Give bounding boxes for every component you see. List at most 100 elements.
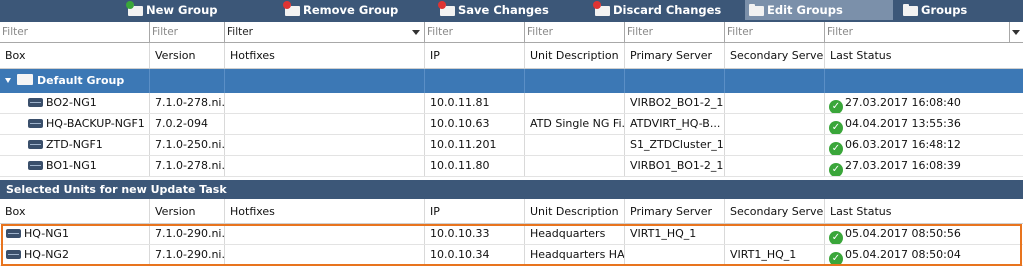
version-cell: 7.0.2-094 xyxy=(150,114,225,134)
primary-server-cell: S1_ZTDCluster_1 xyxy=(625,135,725,155)
table-row[interactable]: HQ-BACKUP-NGF1 7.0.2-094 10.0.10.63 ATD … xyxy=(0,114,1023,135)
box-name: HQ-NG2 xyxy=(24,248,69,261)
discard-folder-icon xyxy=(593,0,612,17)
column-header-version[interactable]: Version xyxy=(150,199,225,223)
selected-table-row[interactable]: HQ-NG1 7.1.0-290.ni... 10.0.10.33 Headqu… xyxy=(0,224,1023,245)
box-cell: HQ-BACKUP-NGF1 xyxy=(0,114,150,134)
discard-changes-button[interactable]: Discard Changes xyxy=(593,0,721,20)
column-header-primary-server[interactable]: Primary Server xyxy=(625,199,725,223)
ip-cell: 10.0.10.33 xyxy=(425,224,525,244)
column-header-box[interactable]: Box xyxy=(0,199,150,223)
status-text: 04.04.2017 13:55:36 xyxy=(845,117,961,130)
box-name: BO2-NG1 xyxy=(46,96,97,109)
firewall-unit-icon xyxy=(28,140,43,149)
table-row[interactable]: ZTD-NGF1 7.1.0-250.ni... 10.0.11.201 S1_… xyxy=(0,135,1023,156)
column-header-version[interactable]: Version xyxy=(150,43,225,68)
box-cell: HQ-NG1 xyxy=(0,224,150,244)
filter-primary-server[interactable]: Filter xyxy=(625,22,725,42)
filter-hotfixes-label: Filter xyxy=(227,26,254,38)
filter-hotfixes[interactable]: Filter xyxy=(225,22,425,42)
primary-server-cell: ATDVIRT_HQ-B... xyxy=(625,114,725,134)
edit-groups-label: Edit Groups xyxy=(767,3,843,17)
status-cell: ✓ 06.03.2017 16:48:12 xyxy=(825,135,1023,155)
check-icon: ✓ xyxy=(829,121,843,134)
save-folder-icon xyxy=(438,0,457,17)
group-cell-empty xyxy=(225,69,425,93)
selected-table-row[interactable]: HQ-NG2 7.1.0-290.ni... 10.0.10.34 Headqu… xyxy=(0,245,1023,266)
status-text: 27.03.2017 16:08:39 xyxy=(845,159,961,172)
group-cell-empty xyxy=(425,69,525,93)
group-row-default[interactable]: Default Group xyxy=(0,69,1023,93)
firewall-unit-icon xyxy=(28,119,43,128)
groups-button[interactable]: Groups xyxy=(903,0,967,20)
primary-server-cell: VIRBO2_BO1-2_1 xyxy=(625,93,725,113)
box-cell: HQ-NG2 xyxy=(0,245,150,265)
group-name: Default Group xyxy=(37,74,125,87)
hotfixes-cell xyxy=(225,93,425,113)
column-header-secondary-server[interactable]: Secondary Server xyxy=(725,43,825,68)
version-cell: 7.1.0-290.ni... xyxy=(150,245,225,265)
box-name: HQ-BACKUP-NGF1 xyxy=(46,117,145,130)
column-header-unit-description[interactable]: Unit Description xyxy=(525,199,625,223)
edit-groups-button[interactable]: Edit Groups xyxy=(745,0,893,20)
firewall-unit-icon xyxy=(6,229,21,238)
column-header-hotfixes[interactable]: Hotfixes xyxy=(225,199,425,223)
box-name: HQ-NG1 xyxy=(24,227,69,240)
secondary-server-cell: VIRT1_HQ_1 xyxy=(725,245,825,265)
selected-units-section-header: Selected Units for new Update Task xyxy=(0,180,1023,199)
column-header-hotfixes[interactable]: Hotfixes xyxy=(225,43,425,68)
filter-secondary-server[interactable]: Filter xyxy=(725,22,825,42)
chevron-down-icon[interactable] xyxy=(412,30,420,35)
column-header-secondary-server[interactable]: Secondary Server xyxy=(725,199,825,223)
ip-cell: 10.0.10.34 xyxy=(425,245,525,265)
check-icon: ✓ xyxy=(829,163,843,176)
column-header-primary-server[interactable]: Primary Server xyxy=(625,43,725,68)
version-cell: 7.1.0-290.ni... xyxy=(150,224,225,244)
selected-column-header-row: Box Version Hotfixes IP Unit Description… xyxy=(0,199,1023,224)
hotfixes-cell xyxy=(225,224,425,244)
new-group-button[interactable]: New Group xyxy=(126,0,217,20)
check-icon: ✓ xyxy=(829,252,843,265)
filter-unit-description[interactable]: Filter xyxy=(525,22,625,42)
groups-folder-icon xyxy=(903,3,920,17)
hotfixes-cell xyxy=(225,135,425,155)
table-row[interactable]: BO2-NG1 7.1.0-278.ni... 10.0.11.81 VIRBO… xyxy=(0,93,1023,114)
toolbar: New Group Remove Group Save Changes Disc… xyxy=(0,0,1023,22)
groups-label: Groups xyxy=(921,3,968,17)
check-icon: ✓ xyxy=(829,142,843,155)
filter-ip[interactable]: Filter xyxy=(425,22,525,42)
column-header-ip[interactable]: IP xyxy=(425,43,525,68)
column-header-ip[interactable]: IP xyxy=(425,199,525,223)
save-changes-label: Save Changes xyxy=(458,3,549,17)
primary-server-cell xyxy=(625,245,725,265)
secondary-server-cell xyxy=(725,224,825,244)
column-header-last-status[interactable]: Last Status xyxy=(825,199,1023,223)
status-text: 05.04.2017 08:50:56 xyxy=(845,227,961,240)
filter-dropdown[interactable] xyxy=(1010,22,1023,42)
new-folder-icon xyxy=(126,0,145,17)
table-row[interactable]: BO1-NG1 7.1.0-278.ni... 10.0.11.80 VIRBO… xyxy=(0,156,1023,177)
chevron-down-icon[interactable] xyxy=(1012,30,1020,35)
box-cell: BO1-NG1 xyxy=(0,156,150,176)
status-cell: ✓ 27.03.2017 16:08:39 xyxy=(825,156,1023,176)
group-cell: Default Group xyxy=(0,69,150,93)
firewall-unit-icon xyxy=(28,161,43,170)
collapse-triangle-icon[interactable] xyxy=(5,78,11,83)
save-changes-button[interactable]: Save Changes xyxy=(438,0,549,20)
description-cell xyxy=(525,135,625,155)
filter-version[interactable]: Filter xyxy=(150,22,225,42)
ip-cell: 10.0.10.63 xyxy=(425,114,525,134)
column-header-unit-description[interactable]: Unit Description xyxy=(525,43,625,68)
group-cell-empty xyxy=(525,69,625,93)
status-text: 06.03.2017 16:48:12 xyxy=(845,138,961,151)
status-cell: ✓ 27.03.2017 16:08:40 xyxy=(825,93,1023,113)
version-cell: 7.1.0-278.ni... xyxy=(150,156,225,176)
remove-group-button[interactable]: Remove Group xyxy=(283,0,398,20)
secondary-server-cell xyxy=(725,156,825,176)
edit-folder-icon xyxy=(749,3,766,17)
column-header-box[interactable]: Box xyxy=(0,43,150,68)
filter-last-status[interactable]: Filter xyxy=(825,22,1010,42)
filter-box[interactable]: Filter xyxy=(0,22,150,42)
ip-cell: 10.0.11.201 xyxy=(425,135,525,155)
column-header-last-status[interactable]: Last Status xyxy=(825,43,1023,68)
